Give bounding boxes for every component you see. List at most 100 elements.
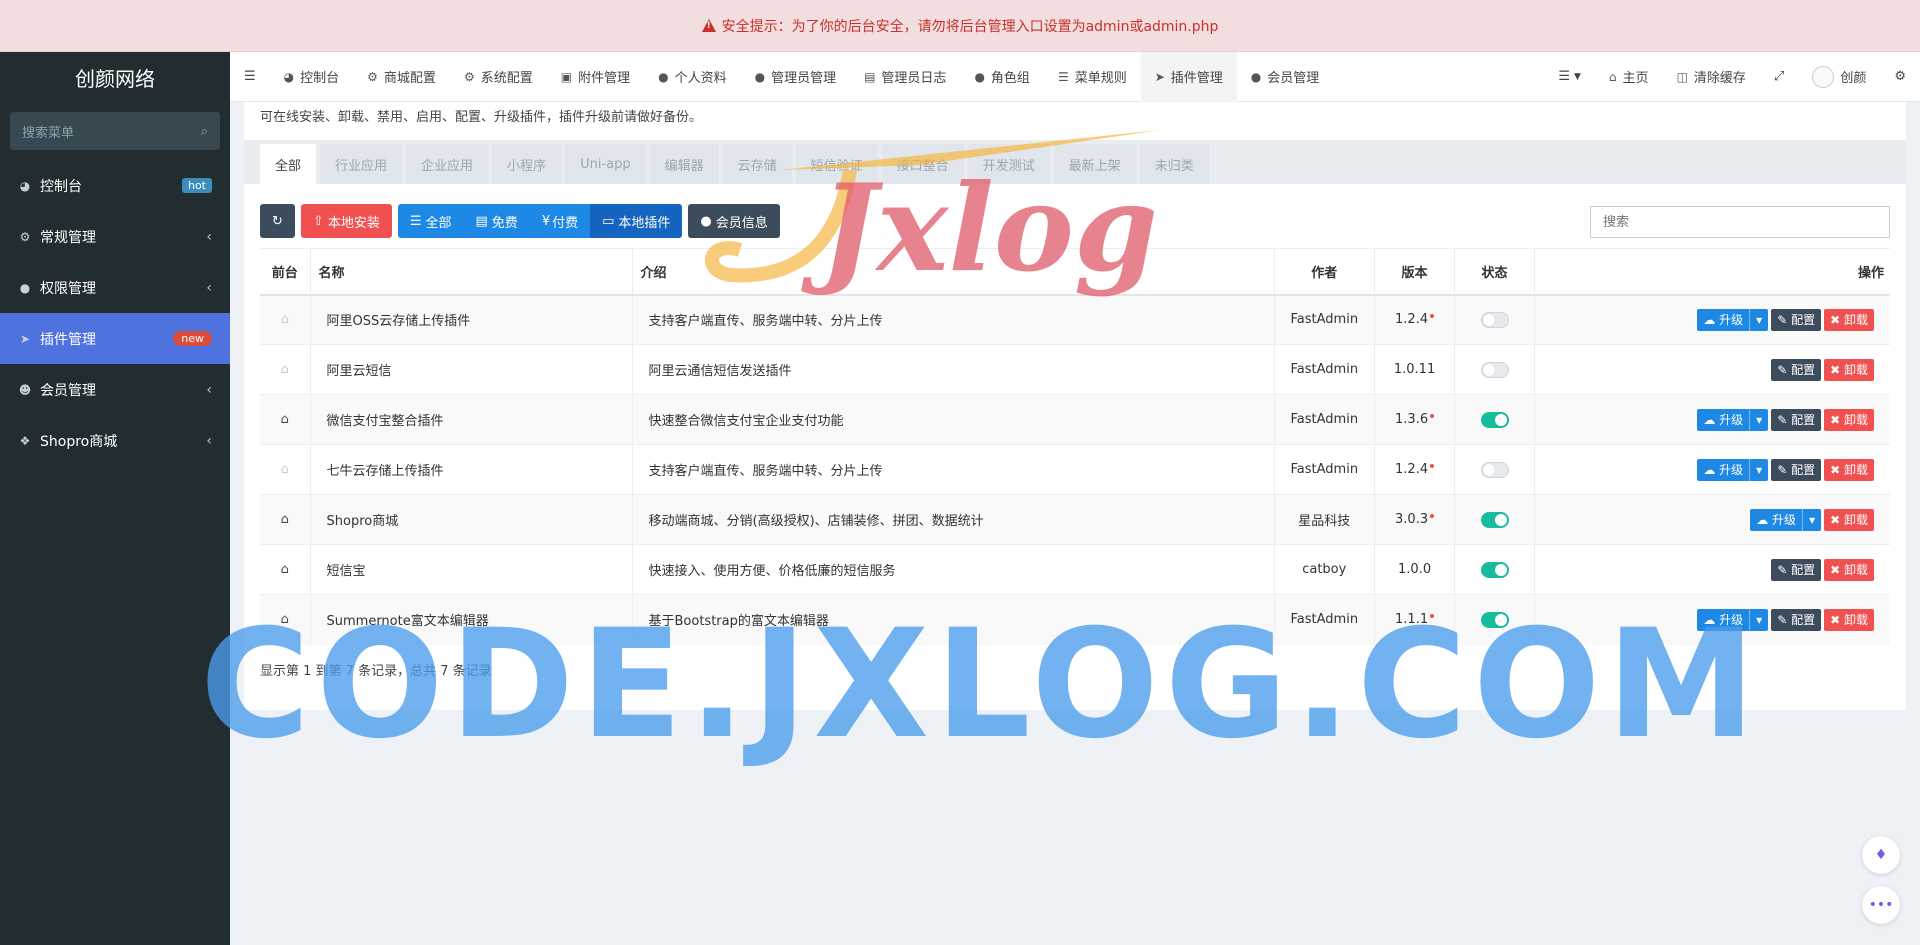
caret-down-icon[interactable]: ▾ bbox=[1749, 608, 1768, 631]
col-version[interactable]: 版本 bbox=[1374, 248, 1455, 296]
tab-editor[interactable]: 编辑器 bbox=[649, 144, 719, 184]
home-icon[interactable]: ⌂ bbox=[281, 562, 289, 577]
status-toggle[interactable] bbox=[1480, 561, 1509, 578]
uninstall-button[interactable]: ✖ 卸载 bbox=[1824, 508, 1874, 531]
home-icon[interactable]: ⌂ bbox=[281, 462, 289, 477]
upgrade-button[interactable]: ☁ 升级 ▾ bbox=[1697, 408, 1769, 431]
tab-uniapp[interactable]: Uni-app bbox=[565, 144, 646, 184]
tab-dashboard[interactable]: ◕ 控制台 bbox=[270, 52, 354, 102]
clear-cache-button[interactable]: ◫ 清除缓存 bbox=[1663, 52, 1760, 102]
status-toggle[interactable] bbox=[1480, 311, 1509, 328]
sidebar-item-general[interactable]: ⚙ 常规管理 ‹ bbox=[0, 211, 230, 262]
tabs-dropdown-button[interactable]: ☰ ▼ bbox=[1544, 52, 1595, 102]
tab-sms[interactable]: 短信验证 bbox=[795, 144, 878, 184]
home-icon[interactable]: ⌂ bbox=[281, 362, 289, 377]
tab-admin-log[interactable]: ▤ 管理员日志 bbox=[850, 52, 960, 102]
sidebar-toggle-button[interactable]: ☰ bbox=[230, 52, 270, 102]
tab-cloud-storage[interactable]: 云存储 bbox=[722, 144, 792, 184]
tab-attachments[interactable]: ▣ 附件管理 bbox=[547, 52, 644, 102]
col-status[interactable]: 状态 bbox=[1454, 248, 1535, 296]
col-author[interactable]: 作者 bbox=[1273, 248, 1375, 296]
uninstall-button[interactable]: ✖ 卸载 bbox=[1824, 558, 1874, 581]
refresh-button[interactable]: ↻ bbox=[260, 204, 295, 238]
home-link[interactable]: ⌂ 主页 bbox=[1595, 52, 1663, 102]
search-icon[interactable]: ⌕ bbox=[201, 124, 208, 139]
caret-down-icon[interactable]: ▾ bbox=[1749, 308, 1768, 331]
tab-latest[interactable]: 最新上架 bbox=[1053, 144, 1136, 184]
status-toggle[interactable] bbox=[1480, 511, 1509, 528]
config-button[interactable]: ✎ 配置 bbox=[1771, 558, 1822, 581]
fullscreen-button[interactable]: ⤢ bbox=[1760, 52, 1798, 102]
status-toggle[interactable] bbox=[1480, 611, 1509, 628]
home-icon[interactable]: ⌂ bbox=[281, 412, 289, 427]
config-button[interactable]: ✎ 配置 bbox=[1771, 408, 1822, 431]
tab-members[interactable]: ● 会员管理 bbox=[1237, 52, 1334, 102]
tab-system-config[interactable]: ⚙ 系统配置 bbox=[450, 52, 547, 102]
tab-role-group[interactable]: ● 角色组 bbox=[960, 52, 1044, 102]
upgrade-button[interactable]: ☁ 升级 ▾ bbox=[1697, 608, 1769, 631]
tab-industry[interactable]: 行业应用 bbox=[320, 144, 403, 184]
plugin-author[interactable]: FastAdmin bbox=[1273, 344, 1375, 395]
notification-float-button[interactable]: ♦ bbox=[1862, 836, 1900, 874]
local-install-button[interactable]: ⇧ 本地安装 bbox=[300, 204, 392, 238]
logo[interactable]: 创颜网络 bbox=[0, 52, 230, 102]
sidebar-search-input[interactable]: 搜索菜单 ⌕ bbox=[10, 112, 220, 150]
plugin-author[interactable]: FastAdmin bbox=[1273, 394, 1375, 445]
config-button[interactable]: ✎ 配置 bbox=[1771, 308, 1822, 331]
tab-all[interactable]: 全部 bbox=[260, 144, 317, 184]
plugin-author[interactable]: catboy bbox=[1273, 544, 1375, 595]
tab-enterprise[interactable]: 企业应用 bbox=[406, 144, 489, 184]
plugin-search-input[interactable] bbox=[1590, 206, 1890, 238]
tab-plugins[interactable]: ➤ 插件管理 bbox=[1140, 51, 1237, 102]
config-button[interactable]: ✎ 配置 bbox=[1771, 458, 1822, 481]
status-toggle[interactable] bbox=[1480, 461, 1509, 478]
member-info-button[interactable]: ● 会员信息 bbox=[688, 204, 780, 238]
upgrade-button[interactable]: ☁ 升级 ▾ bbox=[1697, 458, 1769, 481]
status-toggle[interactable] bbox=[1480, 411, 1509, 428]
plugin-author[interactable]: FastAdmin bbox=[1273, 444, 1375, 495]
tab-dev-test[interactable]: 开发测试 bbox=[967, 144, 1050, 184]
home-icon[interactable]: ⌂ bbox=[281, 312, 289, 327]
col-front[interactable]: 前台 bbox=[260, 248, 310, 296]
status-toggle[interactable] bbox=[1480, 361, 1509, 378]
sidebar-item-members[interactable]: ☻ 会员管理 ‹ bbox=[0, 364, 230, 415]
col-intro[interactable]: 介绍 bbox=[631, 248, 1274, 296]
sidebar-item-shopro[interactable]: ❖ Shopro商城 ‹ bbox=[0, 415, 230, 466]
plugin-author[interactable]: 星品科技 bbox=[1273, 494, 1375, 545]
tab-api[interactable]: 接口整合 bbox=[881, 144, 964, 184]
tab-uncategorized[interactable]: 未归类 bbox=[1139, 144, 1209, 184]
tab-admins[interactable]: ● 管理员管理 bbox=[741, 52, 851, 102]
filter-all-button[interactable]: ☰ 全部 bbox=[397, 204, 464, 238]
col-name[interactable]: 名称 bbox=[309, 248, 632, 296]
config-button[interactable]: ✎ 配置 bbox=[1771, 358, 1822, 381]
home-icon[interactable]: ⌂ bbox=[281, 612, 289, 627]
uninstall-button[interactable]: ✖ 卸载 bbox=[1824, 408, 1874, 431]
caret-down-icon[interactable]: ▾ bbox=[1749, 408, 1768, 431]
plugin-author[interactable]: FastAdmin bbox=[1273, 594, 1375, 645]
sidebar-item-plugins[interactable]: ➤ 插件管理 new bbox=[0, 313, 230, 364]
plugin-author[interactable]: FastAdmin bbox=[1273, 294, 1375, 345]
filter-paid-button[interactable]: ¥ 付费 bbox=[529, 204, 591, 238]
uninstall-button[interactable]: ✖ 卸载 bbox=[1824, 458, 1874, 481]
uninstall-button[interactable]: ✖ 卸载 bbox=[1824, 358, 1874, 381]
upgrade-button[interactable]: ☁ 升级 ▾ bbox=[1750, 508, 1822, 531]
config-button[interactable]: ✎ 配置 bbox=[1771, 608, 1822, 631]
filter-free-button[interactable]: ▤ 免费 bbox=[463, 204, 530, 238]
user-menu[interactable]: 创颜 bbox=[1798, 52, 1880, 102]
home-icon[interactable]: ⌂ bbox=[281, 512, 289, 527]
tab-miniprogram[interactable]: 小程序 bbox=[492, 144, 562, 184]
uninstall-button[interactable]: ✖ 卸载 bbox=[1824, 308, 1874, 331]
caret-down-icon[interactable]: ▾ bbox=[1749, 458, 1768, 481]
tab-menu-rules[interactable]: ☰ 菜单规则 bbox=[1044, 52, 1141, 102]
caret-down-icon[interactable]: ▾ bbox=[1802, 508, 1821, 531]
sidebar-item-dashboard[interactable]: ◕ 控制台 hot bbox=[0, 160, 230, 211]
upgrade-button[interactable]: ☁ 升级 ▾ bbox=[1697, 308, 1769, 331]
uninstall-button[interactable]: ✖ 卸载 bbox=[1824, 608, 1874, 631]
settings-button[interactable]: ⚙ bbox=[1880, 52, 1920, 102]
sidebar-item-permissions[interactable]: ● 权限管理 ‹ bbox=[0, 262, 230, 313]
tab-shop-config[interactable]: ⚙ 商城配置 bbox=[353, 52, 450, 102]
chat-float-button[interactable]: ••• bbox=[1862, 886, 1900, 924]
filter-local-button[interactable]: ▭ 本地插件 bbox=[590, 204, 683, 238]
sidebar-item-label: 会员管理 bbox=[40, 382, 96, 399]
tab-profile[interactable]: ● 个人资料 bbox=[644, 52, 741, 102]
